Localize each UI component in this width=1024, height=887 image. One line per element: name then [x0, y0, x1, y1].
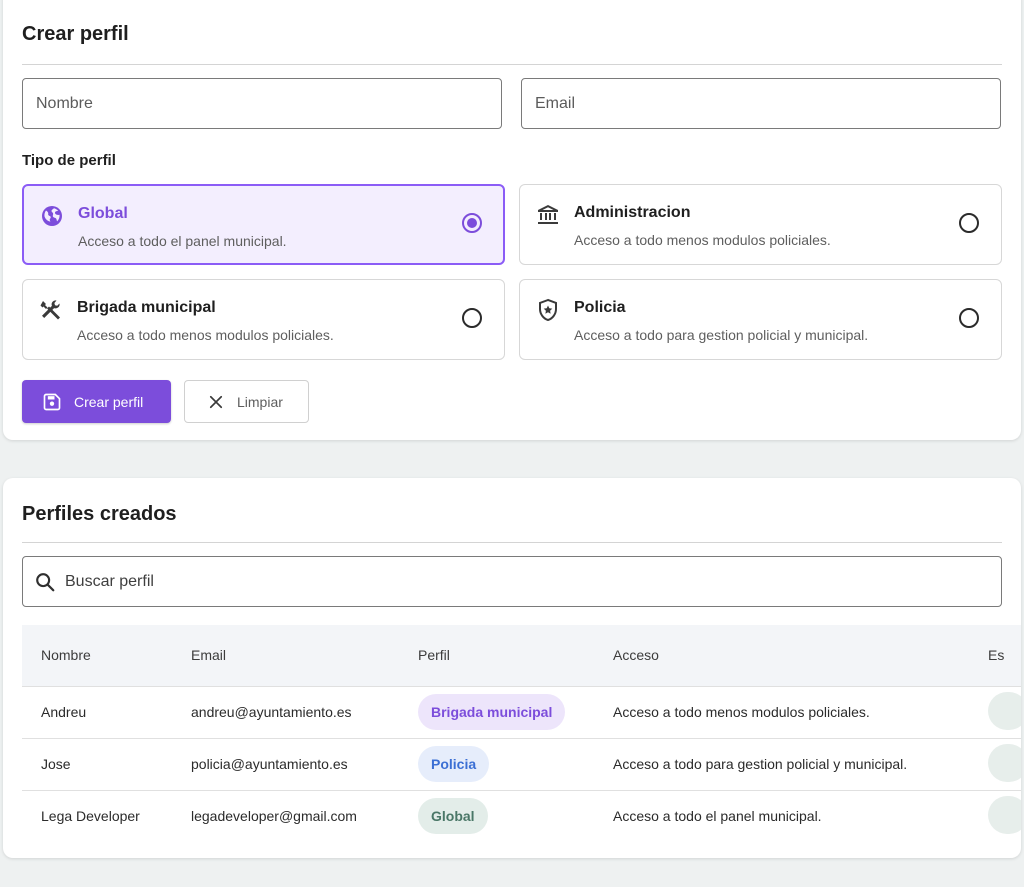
email-input[interactable] [521, 78, 1001, 129]
search-field[interactable] [22, 556, 1002, 607]
cell-name: Andreu [41, 704, 87, 720]
option-brigada-title: Brigada municipal [77, 299, 216, 316]
search-icon [36, 573, 55, 592]
option-administracion[interactable]: Administracion Acceso a todo menos modul… [519, 184, 1002, 265]
column-header-acceso[interactable]: Acceso [594, 625, 969, 686]
profiles-list-divider [22, 542, 1002, 543]
globe-icon [42, 206, 62, 226]
profiles-table: Nombre Email Perfil Acceso Es Andreu and… [22, 625, 1021, 857]
create-profile-button-label: Crear perfil [74, 393, 144, 410]
column-header-estado[interactable]: Es [969, 625, 1021, 686]
option-policia[interactable]: Policia Acceso a todo para gestion polic… [519, 279, 1002, 360]
cell-email: policia@ayuntamiento.es [191, 756, 348, 772]
option-policia-title: Policia [574, 299, 626, 316]
option-brigada-radio[interactable] [462, 308, 482, 328]
option-global-desc: Acceso a todo el panel municipal. [78, 233, 287, 249]
save-icon [43, 393, 61, 410]
bank-icon [538, 205, 558, 224]
shield-icon [539, 298, 557, 322]
tools-icon [40, 300, 60, 320]
cell-access: Acceso a todo menos modulos policiales. [613, 704, 870, 720]
table-row[interactable]: Andreu andreu@ayuntamiento.es Brigada mu… [22, 686, 1021, 738]
table-row[interactable]: Lega Developer legadeveloper@gmail.com G… [22, 790, 1021, 842]
option-global[interactable]: Global Acceso a todo el panel municipal. [22, 184, 505, 265]
create-profile-card: Crear perfil Tipo de perfil Global Acces… [3, 0, 1021, 440]
table-row[interactable]: Jose policia@ayuntamiento.es Policia Acc… [22, 738, 1021, 790]
column-header-email[interactable]: Email [172, 625, 399, 686]
option-policia-desc: Acceso a todo para gestion policial y mu… [574, 327, 869, 343]
cell-email: legadeveloper@gmail.com [191, 808, 357, 825]
status-chip [988, 691, 1021, 730]
create-profile-title: Crear perfil [22, 23, 129, 45]
cell-email: andreu@ayuntamiento.es [191, 704, 352, 720]
option-administracion-title: Administracion [574, 204, 691, 221]
status-chip [988, 743, 1021, 782]
cell-name: Jose [41, 756, 71, 772]
option-global-title: Global [78, 205, 128, 222]
option-brigada-municipal[interactable]: Brigada municipal Acceso a todo menos mo… [22, 279, 505, 360]
create-profile-button[interactable]: Crear perfil [22, 380, 171, 423]
option-administracion-radio[interactable] [959, 213, 979, 233]
name-input[interactable] [22, 78, 502, 129]
profile-chip: Brigada municipal [418, 694, 566, 730]
profiles-list-card: Perfiles creados Nombre Email Perfil [3, 478, 1021, 858]
cell-access: Acceso a todo el panel municipal. [613, 808, 822, 825]
option-global-radio[interactable] [462, 213, 482, 233]
option-administracion-desc: Acceso a todo menos modulos policiales. [574, 232, 831, 248]
column-header-nombre[interactable]: Nombre [22, 625, 172, 686]
search-input[interactable] [65, 557, 985, 606]
option-brigada-desc: Acceso a todo menos modulos policiales. [77, 327, 334, 343]
cell-name: Lega Developer [41, 808, 140, 825]
close-icon [209, 395, 223, 408]
profile-chip: Global [418, 798, 488, 835]
create-profile-divider [22, 64, 1002, 65]
table-header-row: Nombre Email Perfil Acceso Es [22, 625, 1021, 686]
status-chip [988, 795, 1021, 834]
clear-button[interactable]: Limpiar [184, 380, 309, 423]
column-header-perfil[interactable]: Perfil [399, 625, 594, 686]
profile-type-label: Tipo de perfil [22, 152, 116, 169]
cell-access: Acceso a todo para gestion policial y mu… [613, 756, 908, 772]
clear-button-label: Limpiar [237, 393, 283, 410]
profile-chip: Policia [418, 746, 490, 782]
option-policia-radio[interactable] [959, 308, 979, 328]
profiles-list-title: Perfiles creados [22, 503, 177, 525]
